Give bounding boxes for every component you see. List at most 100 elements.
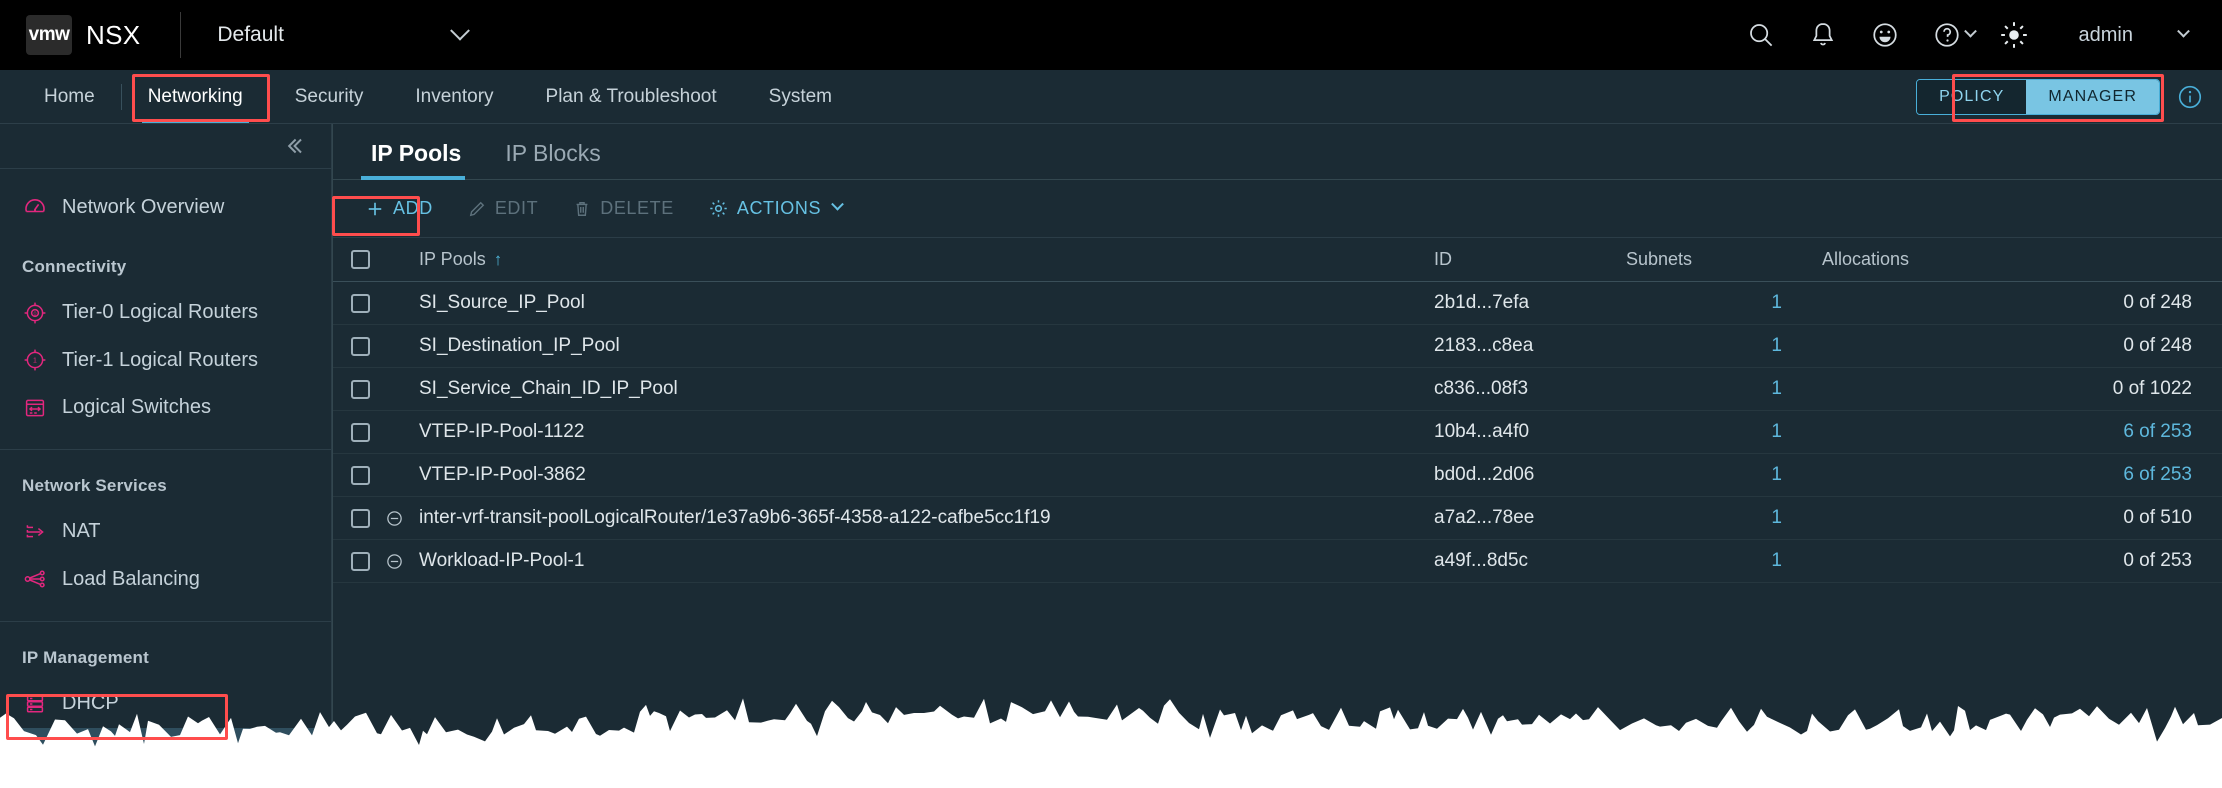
table-row[interactable]: VTEP-IP-Pool-3862 bd0d...2d06 1 6 of 253 [333, 454, 2222, 497]
row-select-cell[interactable] [351, 465, 385, 485]
row-allocations: 0 of 510 [2123, 507, 2192, 528]
row-id: a49f...8d5c [1434, 550, 1529, 571]
row-id: bd0d...2d06 [1434, 464, 1535, 485]
row-select-cell[interactable] [351, 336, 385, 356]
row-checkbox[interactable] [351, 422, 370, 442]
help-menu[interactable] [1916, 0, 1983, 70]
row-allocations[interactable]: 6 of 253 [1822, 464, 2222, 486]
row-subnets-link[interactable]: 1 [1771, 550, 1782, 571]
add-button[interactable]: ADD [351, 191, 447, 226]
tab-ip-blocks[interactable]: IP Blocks [489, 140, 616, 179]
row-subnets[interactable]: 1 [1626, 507, 1822, 529]
table-row[interactable]: SI_Service_Chain_ID_IP_Pool c836...08f3 … [333, 368, 2222, 411]
ui-root: vmw NSX Default admin Home Networking Se… [0, 0, 2222, 788]
table-row[interactable]: VTEP-IP-Pool-1122 10b4...a4f0 1 6 of 253 [333, 411, 2222, 454]
context-selector[interactable]: Default [217, 20, 471, 47]
gear-icon [708, 198, 729, 219]
row-allocations[interactable]: 6 of 253 [1822, 421, 2222, 443]
sidebar-item-label: Load Balancing [62, 567, 200, 590]
row-allocations-link[interactable]: 6 of 253 [2123, 464, 2192, 485]
primary-nav: Home Networking Security Inventory Plan … [0, 70, 2222, 124]
row-subnets-link[interactable]: 1 [1771, 292, 1782, 313]
vmware-logo-icon: vmw [26, 15, 72, 55]
row-subnets[interactable]: 1 [1626, 421, 1822, 443]
row-subnets[interactable]: 1 [1626, 335, 1822, 357]
edit-button-label: EDIT [494, 198, 539, 218]
policy-manager-toggle[interactable]: POLICY MANAGER [1916, 78, 2160, 115]
tab-ip-pools[interactable]: IP Pools [355, 140, 477, 180]
nav-item-plan-troubleshoot[interactable]: Plan & Troubleshoot [520, 70, 743, 123]
row-select-cell[interactable] [351, 551, 385, 571]
table-row[interactable]: SI_Source_IP_Pool 2b1d...7efa 1 0 of 248 [333, 282, 2222, 325]
row-checkbox[interactable] [351, 336, 370, 356]
tab-label: IP Blocks [505, 140, 601, 166]
row-subnets-link[interactable]: 1 [1771, 335, 1782, 356]
left-sidebar: Network Overview Connectivity 0 Tier-0 L [0, 124, 332, 788]
table-row[interactable]: inter-vrf-transit-poolLogicalRouter/1e37… [333, 497, 2222, 540]
row-allocations: 0 of 248 [2123, 292, 2192, 313]
row-subnets[interactable]: 1 [1626, 378, 1822, 400]
row-checkbox[interactable] [351, 293, 370, 313]
policy-mode-button[interactable]: POLICY [1917, 79, 2027, 114]
sidebar-item-nat[interactable]: NAT [0, 508, 331, 555]
row-select-cell[interactable] [351, 379, 385, 399]
row-select-cell[interactable] [351, 508, 385, 528]
tier1-router-icon: 1 [22, 347, 48, 373]
actions-menu-button[interactable]: ACTIONS [694, 191, 856, 226]
row-subnets[interactable]: 1 [1626, 292, 1822, 314]
row-subnets[interactable]: 1 [1626, 550, 1822, 572]
row-checkbox[interactable] [351, 379, 370, 399]
nav-item-label: System [768, 85, 833, 107]
table-row[interactable]: Workload-IP-Pool-1 a49f...8d5c 1 0 of 25… [333, 540, 2222, 583]
row-select-cell[interactable] [351, 422, 385, 442]
sidebar-item-ip-address-pools[interactable]: IP Address Pools [0, 727, 331, 775]
table-header-row: IP Pools ↑ ID Subnets Allocations [333, 238, 2222, 282]
row-subnets-link[interactable]: 1 [1771, 507, 1782, 528]
row-checkbox[interactable] [351, 508, 370, 528]
select-all-checkbox[interactable] [351, 250, 370, 269]
column-header-id[interactable]: ID [1434, 249, 1626, 270]
row-subnets-link[interactable]: 1 [1771, 378, 1782, 399]
column-header-allocations[interactable]: Allocations [1822, 249, 2222, 270]
row-subnets[interactable]: 1 [1626, 464, 1822, 486]
nav-item-home[interactable]: Home [18, 70, 121, 123]
nav-item-system[interactable]: System [743, 70, 858, 123]
info-circle-icon[interactable] [2176, 83, 2204, 111]
column-header-label: Subnets [1626, 249, 1693, 269]
bell-icon[interactable] [1792, 0, 1854, 70]
row-checkbox[interactable] [351, 465, 370, 485]
row-select-cell[interactable] [351, 293, 385, 313]
chevron-down-icon [450, 20, 471, 41]
row-subnets-link[interactable]: 1 [1771, 464, 1782, 485]
sidebar-item-logical-switches[interactable]: Logical Switches [0, 384, 331, 431]
row-allocations-link[interactable]: 6 of 253 [2123, 421, 2192, 442]
nav-item-security[interactable]: Security [269, 70, 390, 123]
sidebar-item-tier1-logical-routers[interactable]: 1 Tier-1 Logical Routers [0, 336, 331, 383]
brand-block[interactable]: vmw NSX [0, 0, 140, 70]
row-checkbox[interactable] [351, 551, 370, 571]
table-row[interactable]: SI_Destination_IP_Pool 2183...c8ea 1 0 o… [333, 325, 2222, 368]
search-icon[interactable] [1730, 0, 1792, 70]
sidebar-item-label: IP Address Pools [62, 739, 214, 762]
sidebar-item-network-overview[interactable]: Network Overview [0, 183, 331, 230]
select-all-cell[interactable] [351, 250, 385, 269]
sidebar-collapse-button[interactable] [0, 124, 331, 170]
nav-item-label: Home [44, 85, 95, 107]
row-name: SI_Service_Chain_ID_IP_Pool [419, 378, 678, 399]
torn-paper-mask: vmw NSX Default admin Home Networking Se… [0, 0, 2222, 788]
header-actions: admin [1730, 0, 2222, 70]
nav-item-networking[interactable]: Networking [122, 70, 269, 123]
column-header-subnets[interactable]: Subnets [1626, 249, 1822, 270]
sort-ascending-icon: ↑ [493, 250, 503, 269]
column-header-ip-pools[interactable]: IP Pools ↑ [413, 249, 1434, 270]
sidebar-item-label: Logical Switches [62, 396, 211, 419]
row-subnets-link[interactable]: 1 [1771, 421, 1782, 442]
nav-item-inventory[interactable]: Inventory [389, 70, 519, 123]
user-menu[interactable]: admin [2079, 24, 2190, 47]
sidebar-item-dhcp[interactable]: DHCP [0, 680, 331, 727]
brightness-sun-icon[interactable] [1983, 0, 2045, 70]
sidebar-item-load-balancing[interactable]: Load Balancing [0, 556, 331, 603]
sidebar-item-tier0-logical-routers[interactable]: 0 Tier-0 Logical Routers [0, 289, 331, 336]
manager-mode-button[interactable]: MANAGER [2026, 79, 2159, 114]
smiley-icon[interactable] [1854, 0, 1916, 70]
